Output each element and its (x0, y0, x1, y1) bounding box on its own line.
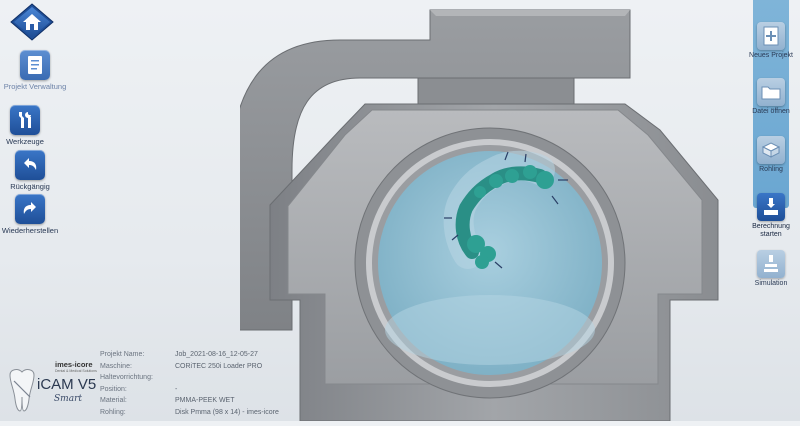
undo-icon (15, 150, 45, 180)
info-value: PMMA-PEEK WET (175, 397, 235, 404)
info-value: Job_2021-08-16_12-05-27 (175, 351, 258, 358)
tools-label: Werkzeuge (6, 137, 44, 146)
info-row: Haltevorrichtung: (100, 374, 279, 386)
info-label: Material: (100, 397, 127, 404)
project-management-button[interactable]: Projekt Verwaltung (0, 50, 70, 91)
open-file-label: Datei öffnen (752, 108, 790, 115)
product-name: iCAM V5 (37, 376, 97, 393)
product-edition: Smart (54, 394, 82, 404)
redo-icon (15, 194, 45, 224)
info-row: Rohling: Disk Pmma (98 x 14) - imes-icore (100, 409, 279, 421)
3d-viewport[interactable] (229, 0, 740, 422)
new-project-button[interactable]: Neues Projekt (742, 22, 800, 60)
info-label: Maschine: (100, 362, 132, 370)
start-calculation-button[interactable]: Berechnung starten (742, 193, 800, 239)
undo-label: Rückgängig (10, 182, 50, 191)
info-row: Position: - (100, 386, 279, 398)
simulation-icon (757, 250, 785, 278)
info-row: Projekt Name: Job_2021-08-16_12-05-27 (100, 351, 279, 363)
open-folder-icon (757, 78, 785, 106)
tools-button[interactable]: Werkzeuge (0, 105, 60, 146)
open-file-button[interactable]: Datei öffnen (742, 78, 800, 116)
project-management-label: Projekt Verwaltung (3, 82, 67, 91)
info-label: Haltevorrichtung: (100, 374, 153, 381)
tooth-logo-icon (9, 369, 35, 412)
machine-clamp-render (229, 9, 719, 422)
info-row: Maschine: CORiTEC 250i Loader PRO (100, 363, 279, 375)
redo-label: Wiederherstellen (1, 226, 59, 235)
company-name: imes-icore (55, 360, 93, 369)
undo-button[interactable]: Rückgängig (0, 150, 65, 191)
new-project-label: Neues Projekt (749, 52, 793, 59)
simulation-button[interactable]: Simulation (742, 250, 800, 288)
info-label: Position: (100, 385, 127, 393)
simulation-label: Simulation (754, 280, 788, 287)
calculate-icon (757, 193, 785, 221)
info-value: CORiTEC 250i Loader PRO (175, 362, 263, 370)
blank-button[interactable]: Rohling (742, 136, 800, 174)
project-info-panel: Projekt Name: Job_2021-08-16_12-05-27 Mas… (100, 351, 279, 420)
tools-icon (10, 105, 40, 135)
blank-icon (757, 136, 785, 164)
info-value: - (175, 385, 178, 393)
info-row: Material: PMMA-PEEK WET (100, 397, 279, 409)
info-label: Projekt Name: (100, 351, 145, 358)
home-icon (10, 3, 54, 41)
info-value: Disk Pmma (98 x 14) - imes-icore (175, 408, 279, 416)
start-calculation-label: Berechnung starten (752, 223, 790, 238)
home-button[interactable] (10, 3, 54, 41)
redo-button[interactable]: Wiederherstellen (0, 194, 65, 235)
info-label: Rohling: (100, 408, 126, 416)
new-project-icon (757, 22, 785, 50)
document-icon (20, 50, 50, 80)
blank-label: Rohling (759, 166, 783, 173)
company-tagline: Dental & Medical Solutions (55, 369, 97, 373)
